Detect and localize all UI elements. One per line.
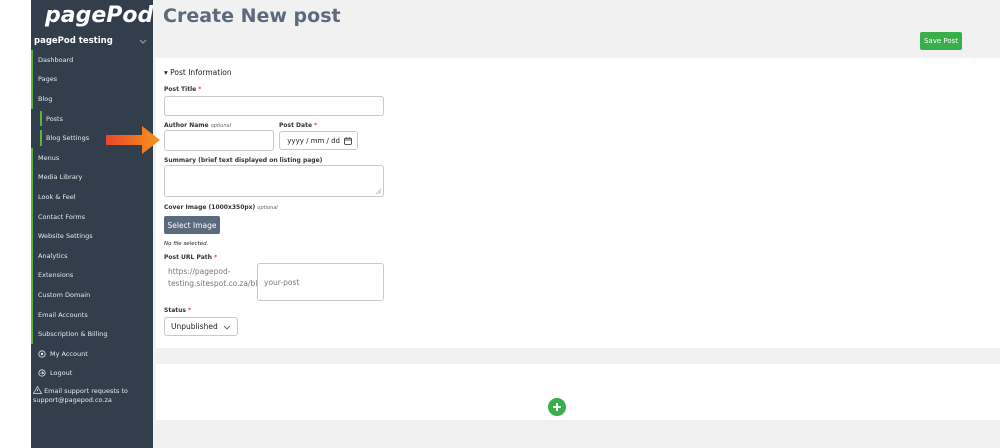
sidebar-item-label: Contact Forms: [38, 212, 86, 221]
url-path-label: Post URL Path *: [164, 254, 217, 261]
sidebar-item-analytics[interactable]: Analytics: [31, 245, 153, 266]
post-date-input[interactable]: yyyy / mm / dd: [279, 131, 358, 150]
date-placeholder: yyyy / mm / dd: [287, 136, 340, 145]
sidebar-item-dashboard[interactable]: Dashboard: [31, 50, 153, 70]
sidebar: pagePod pagePod testing Dashboard Pages …: [31, 0, 170, 448]
calendar-icon[interactable]: [344, 136, 352, 145]
sidebar-item-extensions[interactable]: Extensions: [31, 265, 153, 286]
add-block-button[interactable]: [548, 398, 566, 416]
optional-marker: optional: [257, 205, 278, 211]
file-status: No file selected.: [164, 241, 209, 247]
sidebar-nav: Dashboard Pages Blog Posts Blog Settings…: [31, 50, 153, 383]
brand-logo[interactable]: pagePod: [45, 0, 170, 30]
optional-marker: optional: [210, 123, 231, 129]
post-date-label: Post Date *: [279, 122, 317, 129]
sidebar-item-label: Pages: [38, 75, 58, 84]
main-content: Create New post Save Post ▾ Post Informa…: [153, 0, 1000, 448]
sidebar-item-label: Website Settings: [38, 232, 93, 241]
section-toggle[interactable]: ▾ Post Information: [164, 68, 232, 77]
sidebar-item-label: Posts: [46, 114, 63, 123]
status-value: Unpublished: [171, 322, 218, 331]
required-marker: *: [188, 307, 192, 314]
url-prefix: https://pagepod-testing.sitespot.co.za/b…: [168, 267, 270, 288]
sidebar-item-subscription-billing[interactable]: Subscription & Billing: [31, 324, 153, 344]
select-image-button[interactable]: Select Image: [164, 216, 220, 234]
sidebar-item-label: My Account: [50, 349, 88, 358]
sidebar-item-label: Extensions: [38, 271, 74, 280]
post-title-label-text: Post Title: [164, 86, 197, 93]
sidebar-item-label: Look & Feel: [38, 192, 76, 201]
sidebar-item-email-accounts[interactable]: Email Accounts: [31, 304, 153, 325]
annotation-arrow-icon: [106, 126, 160, 154]
sidebar-item-label: Blog: [38, 94, 53, 103]
url-path-label-text: Post URL Path: [164, 254, 212, 261]
sidebar-item-blog[interactable]: Blog: [31, 89, 153, 109]
status-label-text: Status: [164, 307, 186, 314]
required-marker: *: [213, 254, 218, 261]
site-selector[interactable]: pagePod testing: [31, 32, 153, 50]
cover-image-label-text: Cover Image (1000x350px): [164, 204, 256, 211]
chevron-down-icon: [139, 39, 147, 44]
sidebar-item-label: Dashboard: [38, 55, 74, 64]
save-post-button[interactable]: Save Post: [920, 32, 962, 50]
resize-handle-icon[interactable]: [376, 189, 381, 194]
required-marker: *: [198, 86, 202, 93]
sidebar-item-look-feel[interactable]: Look & Feel: [31, 187, 153, 207]
url-slug-value: your-post: [264, 277, 300, 287]
summary-label: Summary (brief text displayed on listing…: [164, 157, 323, 164]
summary-textarea[interactable]: [164, 165, 384, 197]
post-information-card: ▾ Post Information Post Title * Author N…: [156, 58, 1000, 348]
sidebar-item-media-library[interactable]: Media Library: [31, 167, 153, 188]
post-title-label: Post Title *: [164, 86, 201, 93]
sidebar-item-website-settings[interactable]: Website Settings: [31, 226, 153, 246]
sidebar-item-label: Logout: [50, 369, 73, 378]
sidebar-item-my-account[interactable]: My Account: [31, 344, 153, 364]
sidebar-item-label: Blog Settings: [46, 134, 90, 143]
status-select[interactable]: Unpublished: [164, 317, 238, 336]
warning-icon: [32, 385, 43, 394]
sidebar-item-label: Custom Domain: [38, 290, 91, 299]
post-date-label-text: Post Date: [279, 122, 313, 129]
sidebar-item-label: Subscription & Billing: [38, 330, 108, 339]
post-title-input[interactable]: [164, 96, 384, 116]
plus-icon: [553, 403, 561, 411]
sidebar-item-label: Email Accounts: [38, 310, 88, 319]
sidebar-item-contact-forms[interactable]: Contact Forms: [31, 206, 153, 227]
logout-icon: [38, 369, 46, 377]
status-label: Status *: [164, 307, 191, 314]
sidebar-item-label: Analytics: [38, 251, 68, 260]
brand-name: pagePod: [45, 2, 154, 28]
chevron-down-icon: [223, 325, 231, 330]
settings-icon: [38, 350, 46, 358]
author-name-label-text: Author Name: [164, 122, 209, 129]
support-text: Email support requests to support@pagepo…: [33, 387, 128, 404]
site-name: pagePod testing: [34, 36, 113, 46]
sidebar-item-pages[interactable]: Pages: [31, 69, 153, 90]
sidebar-item-label: Media Library: [38, 173, 83, 182]
author-name-input[interactable]: [164, 130, 274, 151]
support-note: Email support requests to support@pagepo…: [32, 385, 151, 405]
sidebar-item-logout[interactable]: Logout: [31, 364, 153, 384]
sidebar-item-custom-domain[interactable]: Custom Domain: [31, 285, 153, 305]
content-blocks-area: [156, 364, 1000, 420]
page-title: Create New post: [163, 5, 341, 27]
url-slug-input[interactable]: your-post: [257, 263, 384, 301]
sidebar-item-label: Menus: [38, 153, 60, 162]
required-marker: *: [314, 122, 318, 129]
author-name-label: Author Name optional: [164, 122, 231, 129]
cover-image-label: Cover Image (1000x350px) optional: [164, 204, 278, 211]
left-gutter: [0, 0, 31, 448]
